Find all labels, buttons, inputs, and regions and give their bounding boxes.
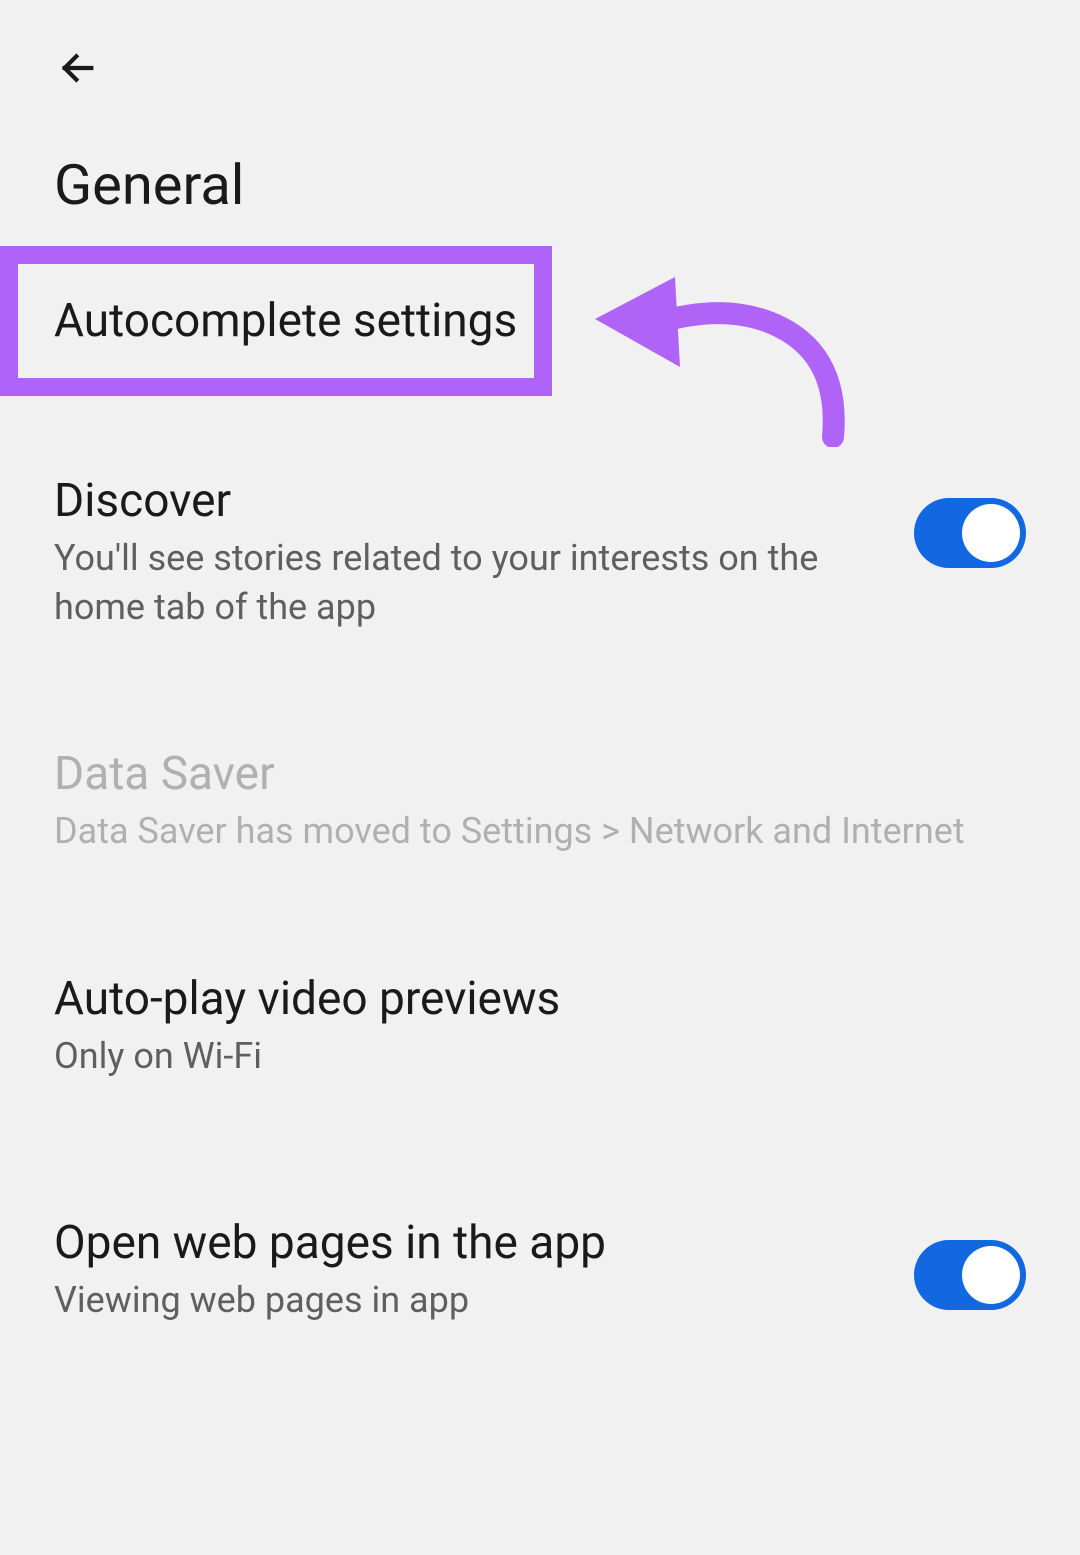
autoplay-video-setting-item[interactable]: Auto-play video previews Only on Wi-Fi xyxy=(0,934,1080,1119)
discover-setting-item[interactable]: Discover You'll see stories related to y… xyxy=(0,436,1080,669)
toggle-knob xyxy=(962,504,1020,562)
autocomplete-settings-item[interactable]: Autocomplete settings xyxy=(0,246,552,396)
discover-title: Discover xyxy=(54,474,884,528)
data-saver-title: Data Saver xyxy=(54,747,1026,801)
back-button[interactable] xyxy=(54,44,102,92)
page-title: General xyxy=(0,92,1080,218)
toggle-knob xyxy=(962,1246,1020,1304)
arrow-left-icon xyxy=(58,48,98,88)
autoplay-video-description: Only on Wi-Fi xyxy=(54,1032,1026,1081)
discover-toggle[interactable] xyxy=(914,498,1026,568)
open-web-pages-title: Open web pages in the app xyxy=(54,1216,884,1270)
data-saver-setting-item: Data Saver Data Saver has moved to Setti… xyxy=(0,709,1080,894)
data-saver-description: Data Saver has moved to Settings > Netwo… xyxy=(54,807,1026,856)
autoplay-video-title: Auto-play video previews xyxy=(54,972,1026,1026)
autocomplete-settings-label: Autocomplete settings xyxy=(54,294,517,348)
open-web-pages-setting-item[interactable]: Open web pages in the app Viewing web pa… xyxy=(0,1178,1080,1363)
discover-description: You'll see stories related to your inter… xyxy=(54,534,884,631)
open-web-pages-description: Viewing web pages in app xyxy=(54,1276,884,1325)
open-web-pages-toggle[interactable] xyxy=(914,1240,1026,1310)
